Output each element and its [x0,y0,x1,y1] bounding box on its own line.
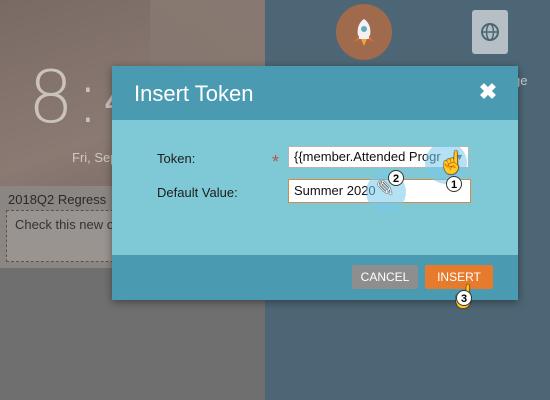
step-2-badge: 2 [388,170,404,186]
step-1-badge: 1 [446,176,462,192]
token-label: Token: [157,151,196,166]
dialog-header: Insert Token ✖ [112,66,518,120]
dialog-title: Insert Token [134,81,254,106]
required-asterisk: * [272,152,280,172]
token-select-value: {{member.Attended Progr [294,149,441,164]
card-text: Check this new of [15,217,118,232]
close-icon[interactable]: ✖ [478,81,498,103]
pointer-hand-icon: ☝ [438,150,466,175]
card-title: 2018Q2 Regress [8,192,107,207]
default-value-label: Default Value: [157,185,238,200]
rocket-icon [336,4,392,60]
landing-page-icon [472,10,508,54]
step-3-badge: 3 [456,290,472,306]
date-display: Fri, Sep [72,150,118,165]
cancel-button[interactable]: CANCEL [352,265,418,289]
